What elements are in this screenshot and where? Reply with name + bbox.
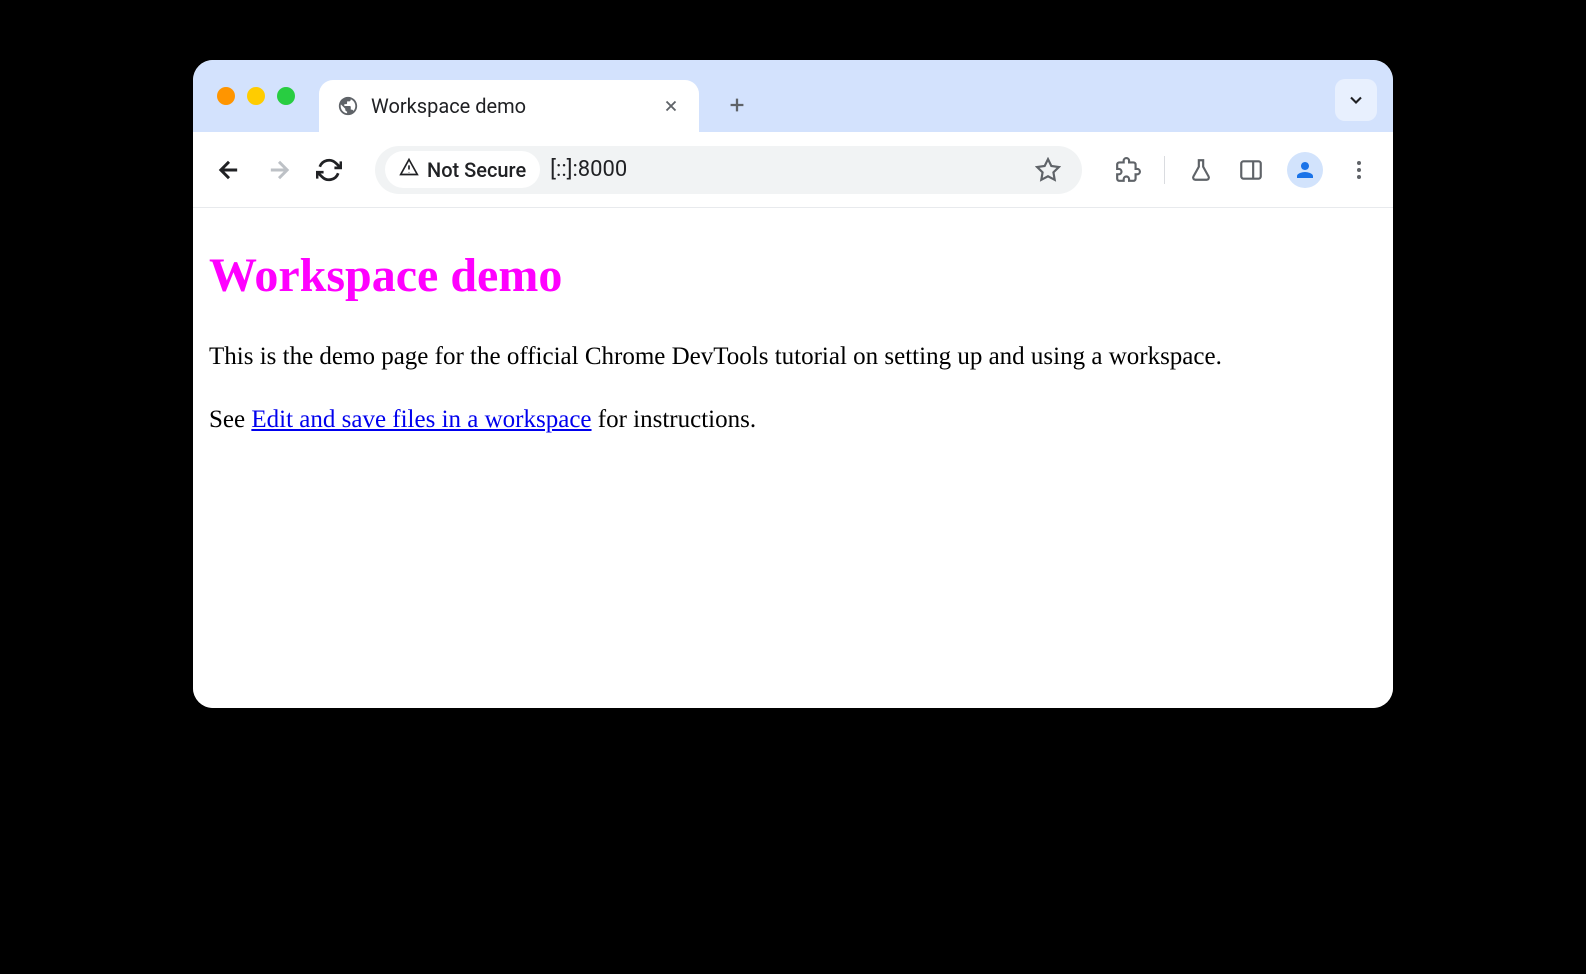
page-instructions: See Edit and save files in a workspace f… xyxy=(209,402,1377,437)
tab-search-button[interactable] xyxy=(1335,79,1377,121)
instructions-suffix: for instructions. xyxy=(592,406,757,433)
menu-button[interactable] xyxy=(1345,156,1373,184)
maximize-window-button[interactable] xyxy=(277,87,295,105)
browser-tab[interactable]: Workspace demo xyxy=(319,80,699,132)
page-heading: Workspace demo xyxy=(209,248,1377,303)
back-button[interactable] xyxy=(213,154,245,186)
instructions-prefix: See xyxy=(209,406,251,433)
page-description: This is the demo page for the official C… xyxy=(209,339,1377,374)
tutorial-link[interactable]: Edit and save files in a workspace xyxy=(251,406,591,433)
security-chip[interactable]: Not Secure xyxy=(385,151,540,188)
browser-toolbar: Not Secure [::]:8000 xyxy=(193,132,1393,208)
profile-button[interactable] xyxy=(1287,152,1323,188)
forward-button[interactable] xyxy=(263,154,295,186)
reload-button[interactable] xyxy=(313,154,345,186)
minimize-window-button[interactable] xyxy=(247,87,265,105)
globe-icon xyxy=(337,95,359,117)
side-panel-button[interactable] xyxy=(1237,156,1265,184)
extensions-button[interactable] xyxy=(1114,156,1142,184)
security-label: Not Secure xyxy=(427,158,526,182)
toolbar-actions xyxy=(1114,152,1373,188)
page-content: Workspace demo This is the demo page for… xyxy=(193,208,1393,708)
address-bar[interactable]: Not Secure [::]:8000 xyxy=(375,146,1082,194)
browser-window: Workspace demo Not Secure xyxy=(193,60,1393,708)
close-window-button[interactable] xyxy=(217,87,235,105)
window-controls xyxy=(217,87,295,105)
new-tab-button[interactable] xyxy=(719,87,755,123)
tab-title: Workspace demo xyxy=(371,94,649,118)
warning-icon xyxy=(399,157,419,182)
labs-button[interactable] xyxy=(1187,156,1215,184)
bookmark-button[interactable] xyxy=(1032,154,1064,186)
toolbar-divider xyxy=(1164,156,1165,184)
tab-strip: Workspace demo xyxy=(193,60,1393,132)
close-tab-button[interactable] xyxy=(661,96,681,116)
url-text: [::]:8000 xyxy=(550,157,1022,182)
